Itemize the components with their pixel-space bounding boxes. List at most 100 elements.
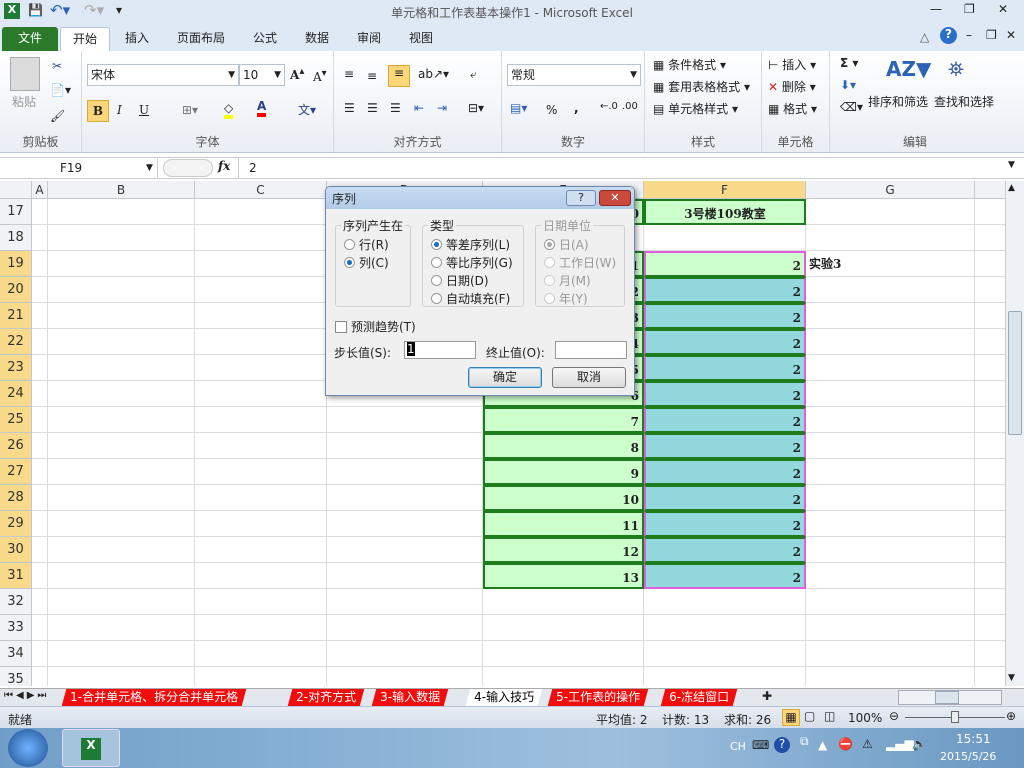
cell-D30[interactable] xyxy=(327,537,483,563)
row-header[interactable]: 30 xyxy=(0,537,32,563)
horizontal-scrollbar[interactable] xyxy=(898,690,1002,705)
cell-H26[interactable] xyxy=(975,433,1005,459)
cell-F34[interactable] xyxy=(644,641,806,667)
percent-button[interactable]: % xyxy=(546,103,557,117)
volume-icon[interactable]: 🔈 xyxy=(912,737,927,751)
step-input[interactable]: 1 xyxy=(404,341,476,359)
comma-button[interactable]: , xyxy=(574,101,579,115)
cell-G21[interactable] xyxy=(806,303,975,329)
cell-G32[interactable] xyxy=(806,589,975,615)
cell-B20[interactable] xyxy=(48,277,195,303)
zoom-out-icon[interactable]: ⊖ xyxy=(889,709,899,723)
cell-B34[interactable] xyxy=(48,641,195,667)
cell-E35[interactable] xyxy=(483,667,644,686)
fill-icon[interactable]: ⬇▾ xyxy=(840,78,856,92)
paste-button[interactable]: 粘贴 xyxy=(12,93,36,110)
row-header[interactable]: 20 xyxy=(0,277,32,303)
radio-autofill[interactable]: 自动填充(F) xyxy=(431,290,510,307)
sheet-nav-icon[interactable]: ⏮◀▶⏭ xyxy=(4,690,49,701)
row-header[interactable]: 17 xyxy=(0,199,32,225)
cell-C27[interactable] xyxy=(195,459,327,485)
cell-H22[interactable] xyxy=(975,329,1005,355)
cell-C18[interactable] xyxy=(195,225,327,251)
fill-color-icon[interactable]: ◇ xyxy=(224,101,234,119)
cell-A21[interactable] xyxy=(32,303,48,329)
dialog-close-button[interactable]: ✕ xyxy=(599,190,631,206)
cell-H17[interactable] xyxy=(975,199,1005,225)
font-name-select[interactable]: 宋体 ▼ xyxy=(87,64,239,86)
cell-H20[interactable] xyxy=(975,277,1005,303)
cell-C26[interactable] xyxy=(195,433,327,459)
tab-data[interactable]: 数据 xyxy=(293,27,341,51)
row-header[interactable]: 19 xyxy=(0,251,32,277)
cell-F18[interactable] xyxy=(644,225,806,251)
clock-date[interactable]: 2015/5/26 xyxy=(940,750,996,763)
cell-B27[interactable] xyxy=(48,459,195,485)
cell-H21[interactable] xyxy=(975,303,1005,329)
input-language[interactable]: CH xyxy=(730,740,746,753)
cell-E32[interactable] xyxy=(483,589,644,615)
cell-B29[interactable] xyxy=(48,511,195,537)
cell-B30[interactable] xyxy=(48,537,195,563)
cell-E26[interactable]: 8 xyxy=(483,433,644,459)
radio-linear[interactable]: 等差序列(L) xyxy=(431,236,510,253)
tab-file[interactable]: 文件 xyxy=(2,27,58,51)
cancel-button[interactable]: 取消 xyxy=(552,367,626,388)
cell-A18[interactable] xyxy=(32,225,48,251)
cell-C29[interactable] xyxy=(195,511,327,537)
network-icon[interactable]: ⚠ xyxy=(862,737,873,751)
cell-H34[interactable] xyxy=(975,641,1005,667)
cell-G23[interactable] xyxy=(806,355,975,381)
sheet-tab[interactable]: 1-合并单元格、拆分合并单元格 xyxy=(61,689,247,706)
radio-year[interactable]: 年(Y) xyxy=(544,290,588,307)
cell-A22[interactable] xyxy=(32,329,48,355)
doc-minimize-button[interactable]: – xyxy=(966,28,972,42)
cell-F21[interactable]: 2 xyxy=(644,303,806,329)
cell-E29[interactable]: 11 xyxy=(483,511,644,537)
align-left-icon[interactable]: ☰ xyxy=(344,101,355,115)
cell-A26[interactable] xyxy=(32,433,48,459)
cell-C17[interactable] xyxy=(195,199,327,225)
cell-A24[interactable] xyxy=(32,381,48,407)
cell-B24[interactable] xyxy=(48,381,195,407)
row-header[interactable]: 31 xyxy=(0,563,32,589)
row-header[interactable]: 26 xyxy=(0,433,32,459)
radio-growth[interactable]: 等比序列(G) xyxy=(431,254,513,271)
cell-C35[interactable] xyxy=(195,667,327,686)
cell-B17[interactable] xyxy=(48,199,195,225)
doc-restore-button[interactable]: ❐ xyxy=(986,28,997,42)
paste-icon[interactable] xyxy=(10,57,40,91)
align-middle-icon[interactable]: ≡ xyxy=(367,69,377,83)
row-header[interactable]: 33 xyxy=(0,615,32,641)
zoom-in-icon[interactable]: ⊕ xyxy=(1006,709,1016,723)
borders-icon[interactable]: ⊞▾ xyxy=(182,103,198,117)
ok-button[interactable]: 确定 xyxy=(468,367,542,388)
start-button[interactable] xyxy=(8,729,48,767)
cell-C19[interactable] xyxy=(195,251,327,277)
cell-B19[interactable] xyxy=(48,251,195,277)
cell-H19[interactable] xyxy=(975,251,1005,277)
cell-A23[interactable] xyxy=(32,355,48,381)
cell-E30[interactable]: 12 xyxy=(483,537,644,563)
tab-review[interactable]: 审阅 xyxy=(345,27,393,51)
radio-month[interactable]: 月(M) xyxy=(544,272,591,289)
cell-H27[interactable] xyxy=(975,459,1005,485)
show-hidden-icons[interactable]: ▲ xyxy=(818,738,827,752)
cell-F27[interactable]: 2 xyxy=(644,459,806,485)
formula-input[interactable]: 2 xyxy=(238,158,1006,178)
row-header[interactable]: 23 xyxy=(0,355,32,381)
cell-B35[interactable] xyxy=(48,667,195,686)
cell-G35[interactable] xyxy=(806,667,975,686)
radio-columns[interactable]: 列(C) xyxy=(344,254,389,271)
autosum-button[interactable]: Σ ▾ xyxy=(840,56,858,70)
cell-D29[interactable] xyxy=(327,511,483,537)
cell-H23[interactable] xyxy=(975,355,1005,381)
cell-D31[interactable] xyxy=(327,563,483,589)
page-break-view-icon[interactable]: ◫ xyxy=(824,709,835,723)
cell-E33[interactable] xyxy=(483,615,644,641)
cell-B21[interactable] xyxy=(48,303,195,329)
help-icon[interactable]: ? xyxy=(940,27,957,44)
cell-F25[interactable]: 2 xyxy=(644,407,806,433)
sort-filter-icon[interactable]: AZ▼ xyxy=(886,57,931,81)
formula-resize-handle[interactable] xyxy=(163,159,213,177)
